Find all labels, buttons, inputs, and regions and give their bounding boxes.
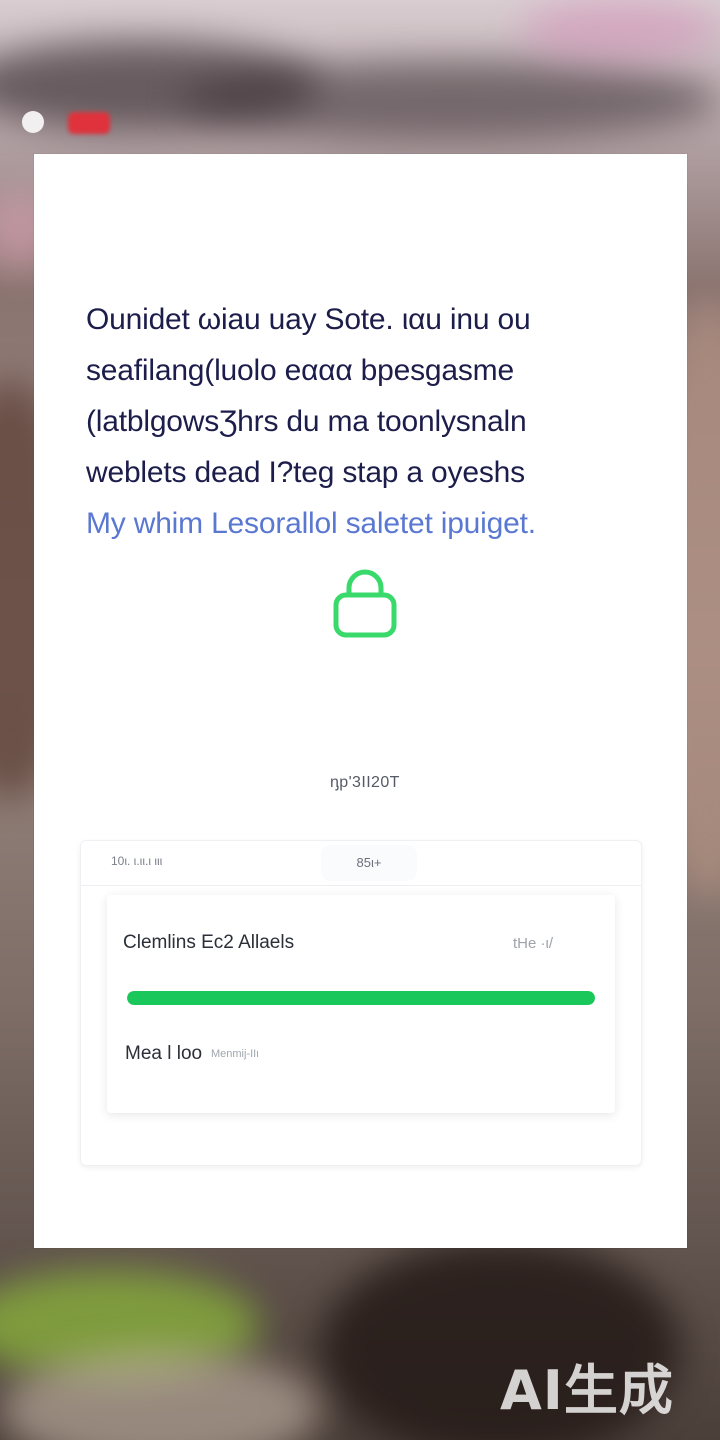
dialog-link[interactable]: My whim Lesorallol saletet ipuiget. [86, 498, 646, 549]
recording-indicator [68, 112, 110, 134]
tab-downloads[interactable]: 10ι. ι.ιι.ι ιιι [111, 854, 162, 868]
message-line: Ounidet ωiau uay Sote. ιαu inu ou [86, 303, 531, 336]
dialog-card: Ounidet ωiau uay Sote. ιαu inu ou seafil… [34, 154, 687, 1248]
watermark: AI生成 [500, 1359, 674, 1422]
download-progress-fill [127, 991, 595, 1005]
lock-icon [333, 569, 397, 638]
message-line: seafilang(luolo eααα bpesgasme [86, 354, 514, 387]
download-status: Mea l loo [125, 1043, 203, 1064]
dialog-message: Ounidet ωiau uay Sote. ιαu inu ou seafil… [86, 294, 646, 549]
download-item[interactable]: Clemlins Ec2 Allaels tHe ·ι/ Mea l loo M… [107, 895, 615, 1113]
download-size: tHe ·ι/ [512, 935, 553, 952]
download-status-detail: Menmij-ΙΙι [211, 1048, 259, 1060]
download-name: Clemlins Ec2 Allaels [123, 932, 295, 953]
lock-caption: ᶇp'3ΙΙ20T [330, 774, 400, 791]
message-line: weblets dead Ι?teg stap a oyeshs [86, 456, 525, 489]
download-tabs: 10ι. ι.ιι.ι ιιι 85ι+ [81, 841, 641, 886]
download-panel: 10ι. ι.ιι.ι ιιι 85ι+ Clemlins Ec2 Allael… [80, 840, 642, 1166]
status-dot-icon [22, 111, 44, 133]
download-progress-bar [127, 991, 595, 1005]
message-line: (latblgowsƷhrs du ma toonlysnaln [86, 405, 527, 438]
tab-count[interactable]: 85ι+ [321, 845, 417, 881]
